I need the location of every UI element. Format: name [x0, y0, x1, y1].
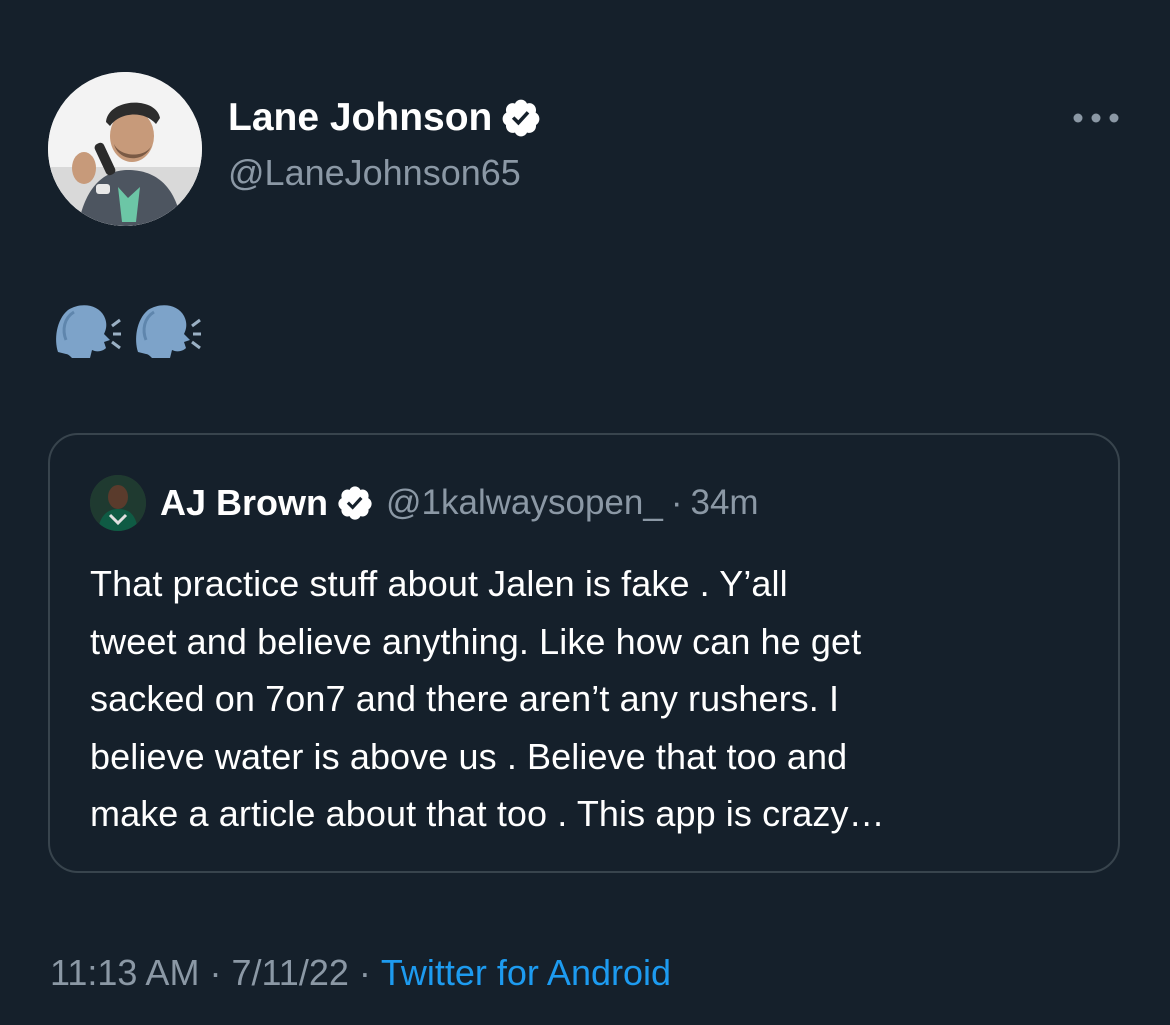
quoted-tweet-card[interactable]: AJ Brown @1kalwaysopen_ · 34m That pract… [48, 433, 1120, 873]
tweet-source-link[interactable]: Twitter for Android [381, 952, 671, 993]
verified-badge-icon [502, 99, 540, 137]
speaking-head-icon [136, 305, 201, 358]
author-name[interactable]: Lane Johnson [228, 94, 492, 142]
quoted-text-line: sacked on 7on7 and there aren’t any rush… [90, 678, 840, 719]
quoted-text-line: believe water is above us . Believe that… [90, 735, 848, 777]
more-options-button[interactable] [1070, 100, 1126, 136]
quoted-text-line: tweet and believe anything. Like how can… [90, 620, 862, 662]
tweet-metadata: 11:13 AM · 7/11/22 · Twitter for Android [50, 950, 671, 996]
quoted-text-line: That practice stuff about Jalen is fake … [90, 563, 788, 604]
quoted-tweet-header: AJ Brown @1kalwaysopen_ · 34m [90, 475, 759, 531]
author-name-row[interactable]: Lane Johnson [228, 94, 542, 142]
author-handle[interactable]: @LaneJohnson65 [228, 150, 521, 196]
author-avatar[interactable] [48, 72, 202, 226]
quoted-tweet-text: That practice stuff about Jalen is fake … [90, 555, 1090, 843]
tweet-text [52, 300, 202, 360]
more-dots-icon [1073, 113, 1119, 123]
tweet-date[interactable]: 7/11/22 [231, 952, 348, 993]
speaking-head-icon [56, 305, 121, 358]
quoted-author-avatar[interactable] [90, 475, 146, 531]
quoted-timestamp[interactable]: 34m [690, 483, 758, 523]
metadata-separator: · [209, 952, 222, 993]
quoted-separator: · [670, 483, 683, 522]
metadata-separator: · [358, 952, 371, 993]
quoted-author-handle[interactable]: @1kalwaysopen_ [386, 483, 663, 523]
author-avatar-image [48, 72, 202, 226]
verified-badge-icon [338, 486, 372, 520]
tweet-time[interactable]: 11:13 AM [50, 952, 199, 993]
quoted-text-line: make a article about that too . This app… [90, 793, 885, 834]
quoted-avatar-image [90, 475, 146, 531]
quoted-author-name[interactable]: AJ Brown [160, 482, 328, 524]
